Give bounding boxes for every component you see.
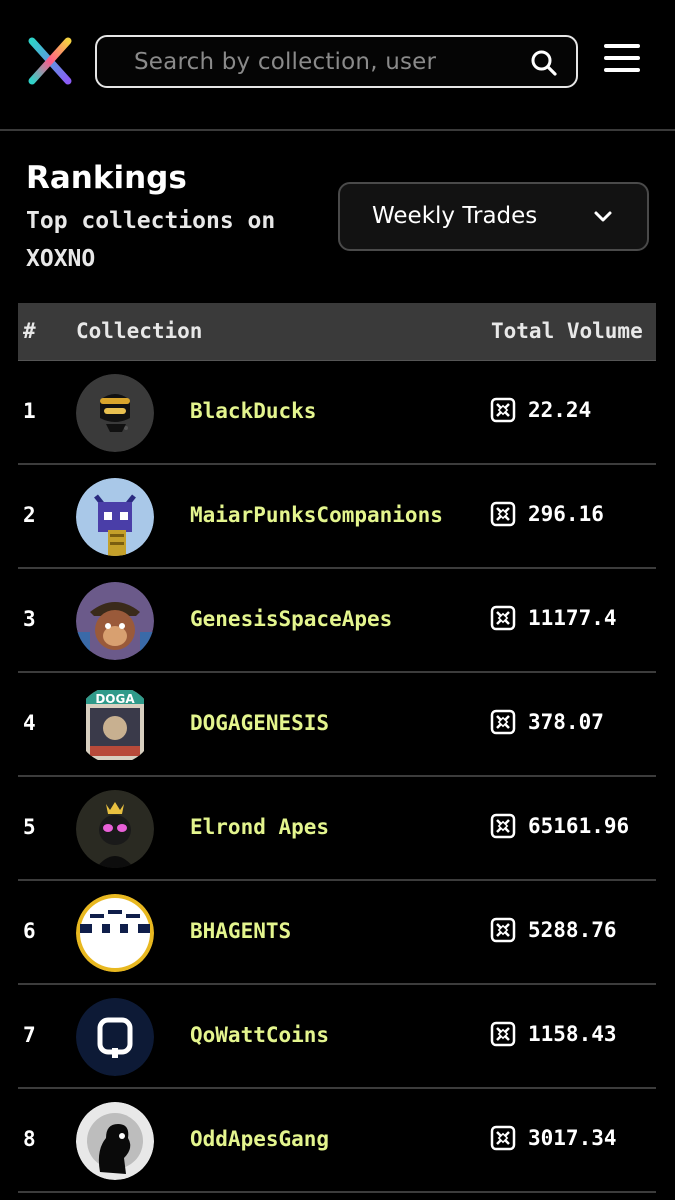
volume-amount: 378.07 (528, 710, 604, 734)
total-volume: 65161.96 (490, 813, 629, 839)
table-row[interactable]: 2 MaiarPunksCompanions 296.16 (18, 465, 656, 569)
collection-name-link[interactable]: GenesisSpaceApes (190, 607, 392, 631)
row-rank: 4 (23, 711, 36, 735)
row-rank: 7 (23, 1023, 36, 1047)
table-row[interactable]: 7 QoWattCoins 1158.43 (18, 985, 656, 1089)
table-row[interactable]: 6 BHAGENTS 5288.76 (18, 881, 656, 985)
collection-avatar[interactable] (76, 894, 154, 972)
volume-amount: 1158.43 (528, 1022, 617, 1046)
chevron-down-icon (594, 211, 612, 222)
table-header: # Collection Total Volume (18, 303, 656, 361)
collection-avatar[interactable] (76, 790, 154, 868)
collection-avatar[interactable] (76, 998, 154, 1076)
table-row[interactable]: 8 OddApesGang 3017.34 (18, 1089, 656, 1193)
row-rank: 6 (23, 919, 36, 943)
collection-name-link[interactable]: OddApesGang (190, 1127, 329, 1151)
egld-icon (490, 709, 516, 735)
column-header-collection[interactable]: Collection (76, 319, 202, 343)
collection-avatar[interactable]: DOGA (76, 686, 154, 764)
total-volume: 296.16 (490, 501, 604, 527)
search-placeholder: Search by collection, user (134, 49, 437, 75)
total-volume: 378.07 (490, 709, 604, 735)
search-icon[interactable] (530, 49, 558, 77)
total-volume: 1158.43 (490, 1021, 617, 1047)
volume-amount: 22.24 (528, 398, 592, 422)
egld-icon (490, 605, 516, 631)
collection-name-link[interactable]: QoWattCoins (190, 1023, 329, 1047)
table-row[interactable]: 3 GenesisSpaceApes 11177.4 (18, 569, 656, 673)
volume-amount: 296.16 (528, 502, 604, 526)
svg-text:DOGA: DOGA (95, 692, 135, 706)
volume-amount: 11177.4 (528, 606, 617, 630)
row-rank: 2 (23, 503, 36, 527)
total-volume: 22.24 (490, 397, 591, 423)
egld-icon (490, 917, 516, 943)
egld-icon (490, 1125, 516, 1151)
row-rank: 3 (23, 607, 36, 631)
dropdown-selected-value: Weekly Trades (372, 203, 538, 229)
collection-name-link[interactable]: Elrond Apes (190, 815, 329, 839)
egld-icon (490, 1021, 516, 1047)
column-header-rank: # (23, 319, 36, 343)
hamburger-menu-icon[interactable] (604, 44, 640, 76)
egld-icon (490, 397, 516, 423)
volume-amount: 65161.96 (528, 814, 630, 838)
page-subtitle: Top collections on XOXNO (26, 208, 276, 272)
collection-avatar[interactable] (76, 1102, 154, 1180)
row-rank: 8 (23, 1127, 36, 1151)
collection-name-link[interactable]: MaiarPunksCompanions (190, 503, 443, 527)
collection-name-link[interactable]: DOGAGENESIS (190, 711, 329, 735)
collection-avatar[interactable] (76, 582, 154, 660)
page-title: Rankings (26, 160, 187, 196)
total-volume: 3017.34 (490, 1125, 617, 1151)
row-rank: 1 (23, 399, 36, 423)
xoxno-x-logo-icon[interactable] (26, 37, 74, 85)
column-header-volume[interactable]: Total Volume (491, 319, 643, 343)
total-volume: 11177.4 (490, 605, 617, 631)
table-row[interactable]: 4 DOGA DOGAGENESIS 378.07 (18, 673, 656, 777)
collection-name-link[interactable]: BlackDucks (190, 399, 316, 423)
collection-avatar[interactable] (76, 374, 154, 452)
table-row[interactable]: 1 BlackDucks 22.24 (18, 361, 656, 465)
table-row[interactable]: 5 Elrond Apes 65161.96 (18, 777, 656, 881)
collection-avatar[interactable] (76, 478, 154, 556)
egld-icon (490, 501, 516, 527)
volume-amount: 5288.76 (528, 918, 617, 942)
search-input[interactable]: Search by collection, user (95, 35, 578, 88)
egld-icon (490, 813, 516, 839)
row-rank: 5 (23, 815, 36, 839)
period-filter-dropdown[interactable]: Weekly Trades (338, 182, 649, 251)
total-volume: 5288.76 (490, 917, 617, 943)
collection-name-link[interactable]: BHAGENTS (190, 919, 291, 943)
top-bar: Search by collection, user (0, 0, 675, 131)
volume-amount: 3017.34 (528, 1126, 617, 1150)
